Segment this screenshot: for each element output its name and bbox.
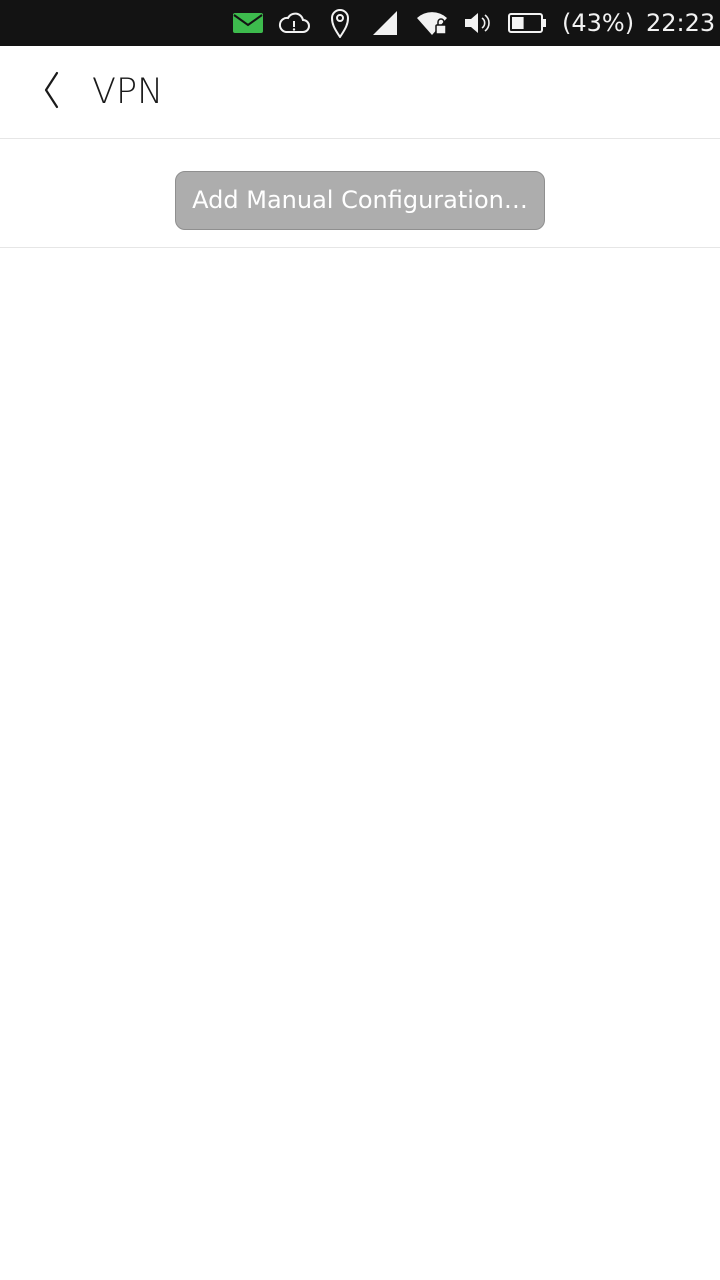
volume-icon (462, 0, 494, 46)
location-icon (329, 0, 351, 46)
cellular-signal-icon (369, 0, 401, 46)
mail-icon (231, 0, 265, 46)
page-title: VPN (92, 72, 164, 112)
battery-icon (507, 0, 549, 46)
vpn-list (0, 248, 720, 1280)
actions-row: Add Manual Configuration… (0, 139, 720, 248)
clock: 22:23 (646, 9, 716, 37)
wifi-locked-icon (414, 0, 450, 46)
status-bar: (43%) 22:23 (0, 0, 720, 46)
battery-percent: (43%) (562, 9, 635, 37)
chevron-left-icon (42, 70, 62, 114)
add-manual-configuration-button[interactable]: Add Manual Configuration… (175, 171, 545, 230)
cloud-alert-icon (277, 0, 311, 46)
header: VPN (0, 46, 720, 139)
back-button[interactable] (24, 64, 80, 120)
